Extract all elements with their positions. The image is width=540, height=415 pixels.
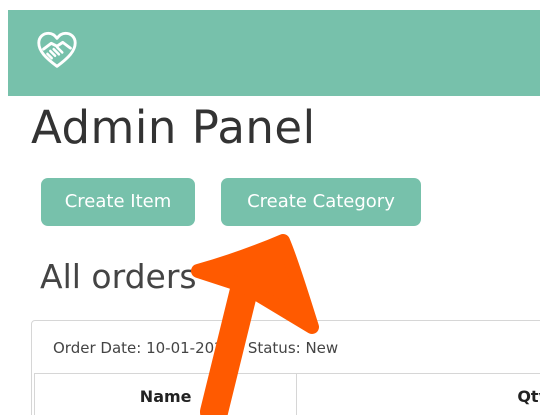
create-category-button[interactable]: Create Category [221,178,421,226]
navbar [8,10,540,96]
order-items-table: Name Qty [33,373,540,415]
column-header-name: Name [33,373,298,415]
heart-handshake-icon[interactable] [34,28,80,74]
order-meta: Order Date: 10-01-2024 | Status: New [53,339,339,357]
order-card: Order Date: 10-01-2024 | Status: New Nam… [31,320,540,415]
page: Admin Panel Create Item Create Category … [0,0,540,415]
create-item-button[interactable]: Create Item [41,178,195,226]
arrow-head [191,234,319,334]
section-title-all-orders: All orders [40,257,197,296]
table-header-row: Name Qty [33,373,540,415]
page-title: Admin Panel [31,101,316,154]
column-header-qty: Qty [296,373,540,415]
